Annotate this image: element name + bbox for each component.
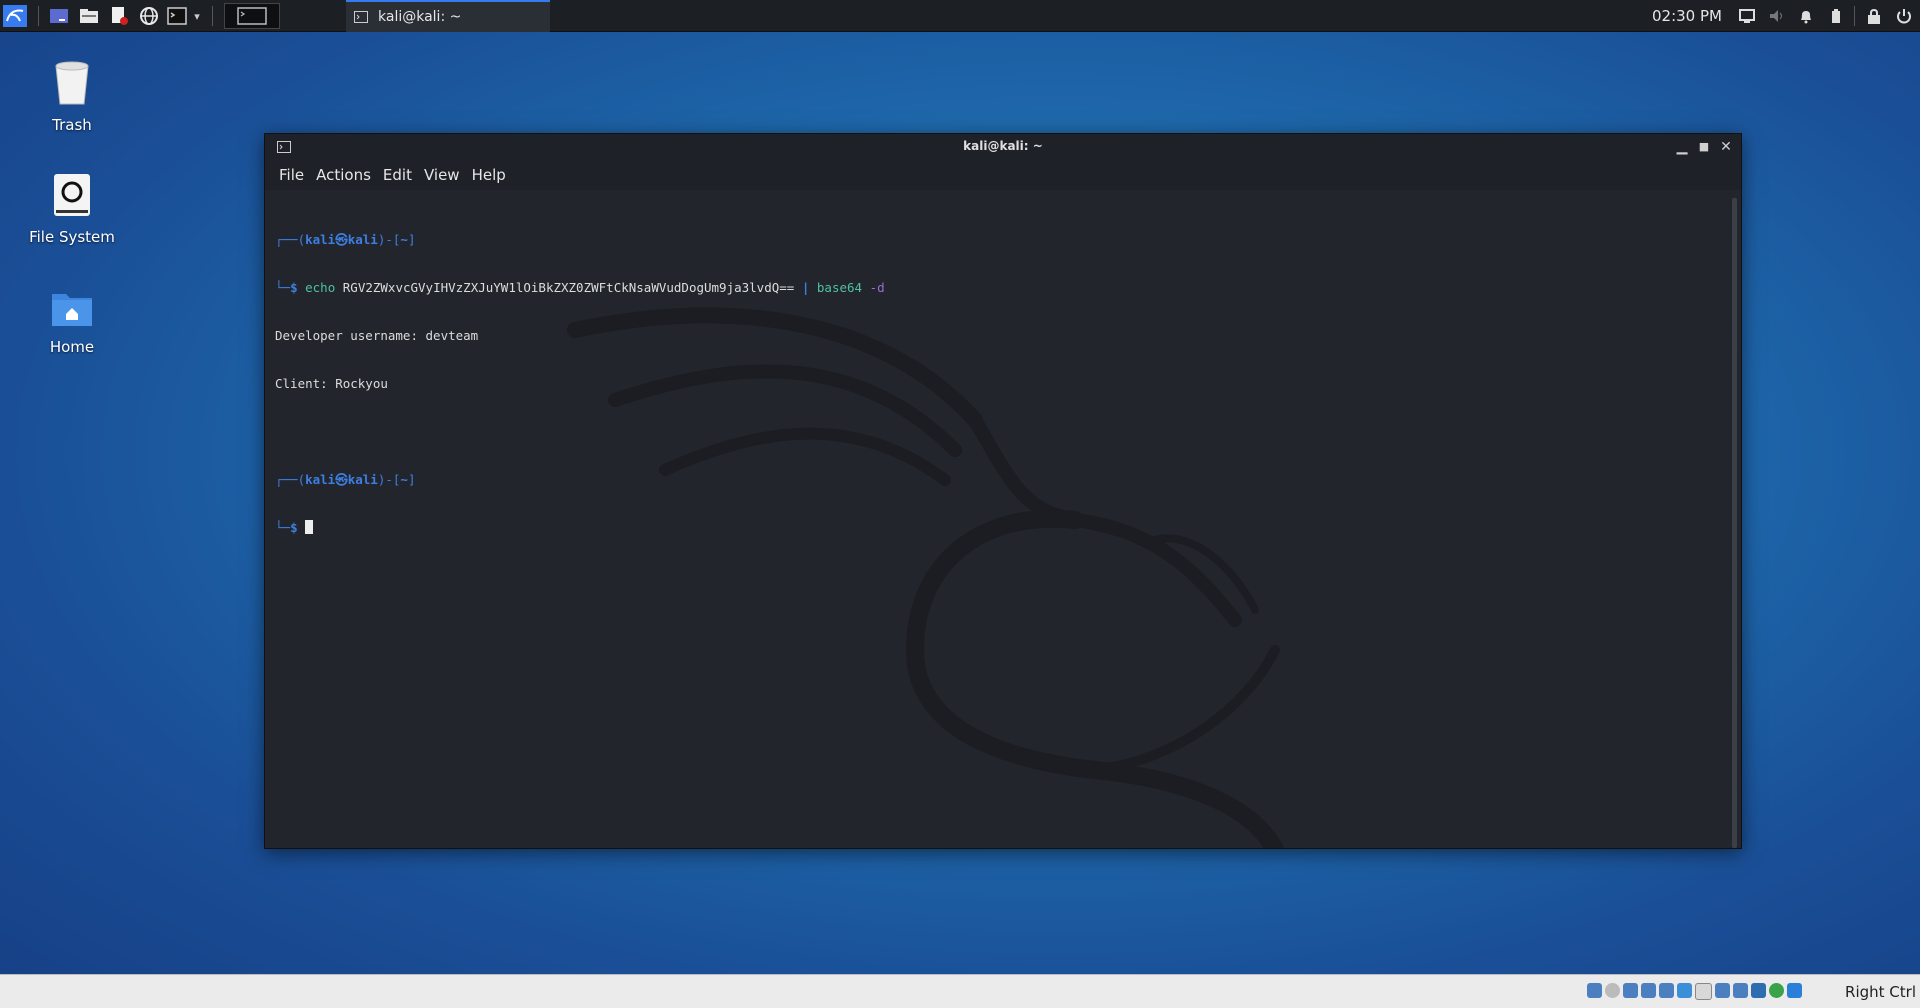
vm-status-bar: Right Ctrl: [0, 974, 1920, 1008]
prompt-dollar: $: [290, 280, 298, 295]
command-line: └─$ echo RGV2ZWxvcGVyIHVzZXJuYW1lOiBkZXZ…: [275, 280, 885, 295]
desktop-icon-label: Home: [49, 338, 95, 356]
menu-edit[interactable]: Edit: [383, 166, 412, 184]
desktop-icon-trash[interactable]: Trash: [17, 58, 127, 134]
menu-view[interactable]: View: [424, 166, 460, 184]
chevron-down-icon[interactable]: ▾: [191, 5, 203, 27]
desktop-icon-file-system[interactable]: File System: [17, 172, 127, 246]
menu-actions[interactable]: Actions: [316, 166, 371, 184]
optical-drive-icon[interactable]: [1605, 983, 1620, 998]
lock-icon[interactable]: [1864, 5, 1884, 27]
network-icon[interactable]: [1641, 983, 1656, 998]
file-manager-icon[interactable]: [78, 5, 100, 27]
virtualization-icon[interactable]: [1733, 983, 1748, 998]
input-line[interactable]: └─$: [275, 520, 885, 536]
terminal-output: ┌──(kali㉿kali)-[~] └─$ echo RGV2ZWxvcGVy…: [275, 200, 885, 568]
show-desktop-icon[interactable]: [48, 5, 70, 27]
window-titlebar[interactable]: kali@kali: ~ ▁ ■ ✕: [265, 134, 1741, 160]
minimize-button[interactable]: ▁: [1673, 138, 1691, 156]
host-key-label: Right Ctrl: [1845, 983, 1916, 1001]
terminal-area[interactable]: ┌──(kali㉿kali)-[~] └─$ echo RGV2ZWxvcGVy…: [265, 190, 1723, 848]
home-folder-icon: [52, 294, 92, 326]
power-icon[interactable]: [1894, 5, 1914, 27]
prompt-dir: ~: [400, 472, 408, 487]
guest-additions-icon[interactable]: [1769, 983, 1784, 998]
output-line: Developer username: devteam: [275, 328, 479, 343]
hard-disk-icon[interactable]: [1587, 983, 1602, 998]
terminal-icon: [354, 11, 368, 23]
shared-folders-icon[interactable]: [1677, 983, 1692, 998]
prompt-host: kali: [347, 232, 378, 247]
command-flag: -d: [869, 280, 885, 295]
menu-bar: File Actions Edit View Help: [265, 160, 1741, 190]
clock[interactable]: 02:30 PM: [1652, 7, 1722, 25]
desktop-icon-home[interactable]: Home: [17, 288, 127, 356]
usb-icon[interactable]: [1659, 983, 1674, 998]
top-panel: ▾ kali@kali: ~ 02:30 PM: [0, 0, 1920, 32]
web-browser-icon[interactable]: [138, 5, 160, 27]
taskbar-item-label: kali@kali: ~: [378, 9, 462, 25]
notification-bell-icon[interactable]: [1796, 5, 1816, 27]
display-icon[interactable]: [1737, 5, 1757, 27]
command-program: base64: [816, 280, 863, 295]
command-echo: echo: [305, 280, 336, 295]
battery-icon[interactable]: [1826, 5, 1846, 27]
text-editor-icon[interactable]: [108, 5, 130, 27]
scrollbar[interactable]: [1732, 198, 1737, 848]
maximize-button[interactable]: ■: [1695, 138, 1713, 156]
menu-help[interactable]: Help: [472, 166, 506, 184]
output-line: Client: Rockyou: [275, 376, 388, 391]
desktop-icon-label: File System: [29, 228, 115, 246]
cpu-icon[interactable]: [1751, 983, 1766, 998]
hard-drive-icon: [54, 174, 90, 216]
mouse-integration-icon[interactable]: [1787, 983, 1802, 998]
desktop-icon-label: Trash: [52, 116, 92, 134]
volume-muted-icon[interactable]: [1767, 5, 1787, 27]
prompt-line: ┌──(kali㉿kali)-[~]: [275, 232, 416, 247]
video-capture-icon[interactable]: [1715, 983, 1730, 998]
panel-separator: [212, 6, 213, 26]
prompt-user: kali: [305, 232, 336, 247]
text-cursor: [305, 520, 314, 534]
panel-separator: [1854, 6, 1855, 26]
workspace-1[interactable]: [224, 3, 280, 29]
audio-icon[interactable]: [1623, 983, 1638, 998]
display-icon[interactable]: [1695, 983, 1712, 1000]
terminal-window[interactable]: kali@kali: ~ ▁ ■ ✕ File Actions Edit Vie…: [264, 133, 1742, 849]
menu-file[interactable]: File: [279, 166, 304, 184]
workspace-2[interactable]: [282, 3, 338, 29]
taskbar-terminal-item[interactable]: kali@kali: ~: [346, 0, 550, 32]
command-argument: RGV2ZWxvcGVyIHVzZXJuYW1lOiBkZXZ0ZWFtCkNs…: [342, 280, 795, 295]
prompt-line: ┌──(kali㉿kali)-[~]: [275, 472, 416, 487]
window-title: kali@kali: ~: [963, 139, 1043, 153]
close-button[interactable]: ✕: [1717, 138, 1735, 156]
prompt-dollar: $: [290, 520, 298, 535]
prompt-user: kali: [305, 472, 336, 487]
prompt-host: kali: [347, 472, 378, 487]
command-pipe: |: [801, 280, 810, 295]
kali-menu-icon[interactable]: [2, 5, 28, 27]
terminal-launcher-icon[interactable]: [166, 5, 188, 27]
panel-separator: [38, 6, 39, 26]
trash-icon: [55, 61, 89, 105]
prompt-dir: ~: [400, 232, 408, 247]
vm-device-tray: [1587, 983, 1802, 1000]
